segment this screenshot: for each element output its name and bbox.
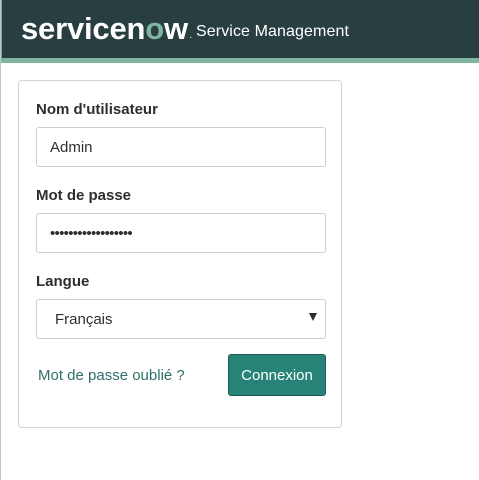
chevron-down-icon [309,313,317,321]
language-value: Français [55,310,113,328]
username-label: Nom d'utilisateur [36,101,158,118]
password-label: Mot de passe [36,187,132,204]
logo-trademark: . [189,33,192,40]
servicenow-logo: servicen o w . [21,13,192,44]
logo-o: o [145,11,164,46]
username-value: Admin [50,138,93,156]
language-select[interactable]: Français [36,299,326,339]
header-bar: servicen o w . Service Management [1,0,479,62]
password-input[interactable]: •••••••••••••••••• [36,213,326,253]
header-subtitle: Service Management [196,23,349,40]
language-label: Langue [36,273,90,290]
logo-prefix: servicen [21,11,146,46]
header-accent-strip [1,58,479,63]
forgot-password-link[interactable]: Mot de passe oublié ? [38,367,185,384]
logo-suffix: w [163,11,188,46]
login-page: servicen o w . Service Management Nom d'… [0,0,479,480]
login-button[interactable]: Connexion [228,354,326,396]
login-panel: Nom d'utilisateur Admin Mot de passe •••… [18,80,342,428]
password-value: •••••••••••••••••• [50,224,133,242]
username-input[interactable]: Admin [36,127,326,167]
